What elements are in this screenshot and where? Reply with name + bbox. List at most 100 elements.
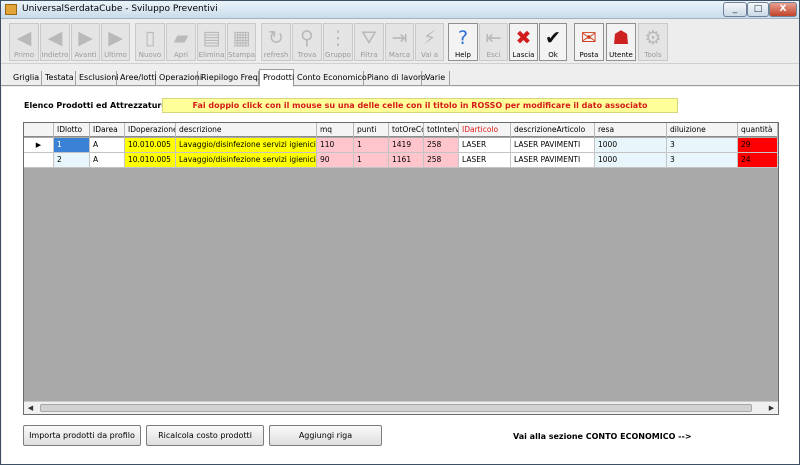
ok-check-icon: ✔ xyxy=(545,27,561,49)
recalc-cost-button[interactable]: Ricalcola costo prodotti xyxy=(146,425,264,446)
toolbar-refresh-button[interactable]: ↻ refresh xyxy=(261,23,291,61)
cell-idlotto[interactable]: 1 xyxy=(54,138,90,153)
toolbar-button-label: Apri xyxy=(173,51,189,59)
column-header-totinterv[interactable]: totInterv xyxy=(424,123,459,137)
section-title: Elenco Prodotti ed Attrezzature xyxy=(24,101,167,110)
toolbar-posta-button[interactable]: ✉ Posta xyxy=(574,23,604,61)
table-row[interactable]: ▶ 1 A 10.010.005 Lavaggio/disinfezione servi… xyxy=(24,138,778,153)
toolbar-button-label: Help xyxy=(455,51,471,59)
toolbar-help-button[interactable]: ? Help xyxy=(448,23,478,61)
cell-diluizione[interactable]: 3 xyxy=(667,153,738,168)
column-header-totoreco[interactable]: totOreCo xyxy=(389,123,424,137)
cell-punti[interactable]: 1 xyxy=(354,153,389,168)
cell-totoreco[interactable]: 1419 xyxy=(389,138,424,153)
exit-door-icon: ⇤ xyxy=(485,27,502,49)
scrollbar-thumb[interactable] xyxy=(40,404,752,412)
toolbar-ok-button[interactable]: ✔ Ok xyxy=(539,23,567,61)
goto-conto-economico-link[interactable]: Vai alla sezione CONTO ECONOMICO --> xyxy=(513,432,692,441)
tab-testata[interactable]: Testata xyxy=(42,71,76,86)
tab-riepilogo-freq[interactable]: Riepilogo Freq. xyxy=(198,71,260,86)
cell-descrizione[interactable]: Lavaggio/disinfezione servizi igienici xyxy=(176,153,317,168)
cell-mq[interactable]: 90 xyxy=(317,153,354,168)
cell-idoperazione[interactable]: 10.010.005 xyxy=(125,153,176,168)
cell-idarticolo[interactable]: LASER xyxy=(459,138,511,153)
help-icon: ? xyxy=(457,27,469,49)
toolbar-filtra-button[interactable]: ⛛ Filtra xyxy=(354,23,384,61)
tab-varie[interactable]: Varie xyxy=(422,71,450,86)
scroll-left-icon[interactable]: ◀ xyxy=(24,402,37,414)
column-header-idarea[interactable]: IDarea xyxy=(90,123,125,137)
tab-prodotti[interactable]: Prodotti xyxy=(259,69,294,87)
cell-resa[interactable]: 1000 xyxy=(595,153,667,168)
horizontal-scrollbar[interactable]: ◀ ▶ xyxy=(24,401,778,414)
column-header-idarticolo[interactable]: IDarticolo xyxy=(459,123,511,137)
tab-griglia[interactable]: Griglia xyxy=(10,71,42,86)
cell-idarea[interactable]: A xyxy=(90,138,125,153)
cell-idarticolo[interactable]: LASER xyxy=(459,153,511,168)
toolbar-lascia-button[interactable]: ✖ Lascia xyxy=(509,23,538,61)
toolbar-marca-button[interactable]: ⇥ Marca xyxy=(385,23,414,61)
cell-descrizione[interactable]: Lavaggio/disinfezione servizi igienici xyxy=(176,138,317,153)
toolbar-button-label: Filtra xyxy=(360,51,378,59)
cell-resa[interactable]: 1000 xyxy=(595,138,667,153)
cell-diluizione[interactable]: 3 xyxy=(667,138,738,153)
tab-piano-di-lavoro[interactable]: Piano di lavoro xyxy=(364,71,426,86)
cell-totoreco[interactable]: 1161 xyxy=(389,153,424,168)
cell-quantità[interactable]: 29 xyxy=(738,138,778,153)
column-header-mq[interactable]: mq xyxy=(317,123,354,137)
toolbar-apri-button[interactable]: ▰ Apri xyxy=(166,23,196,61)
cell-totinterv[interactable]: 258 xyxy=(424,138,459,153)
maximize-button[interactable]: □ xyxy=(747,2,769,17)
minimize-button[interactable]: _ xyxy=(723,2,747,17)
toolbar-trova-button[interactable]: ⚲ Trova xyxy=(292,23,322,61)
toolbar-button-label: Vai a xyxy=(421,51,438,59)
title-bar: UniversalSerdataCube - Sviluppo Preventi… xyxy=(1,1,799,19)
toolbar-ultimo-button[interactable]: ▶ Ultimo xyxy=(101,23,130,61)
printer-icon: ▦ xyxy=(232,27,251,49)
toolbar-vai-a-button[interactable]: ⚡ Vai a xyxy=(415,23,444,61)
column-header-diluizione[interactable]: diluizione xyxy=(667,123,738,137)
cell-idarea[interactable]: A xyxy=(90,153,125,168)
toolbar-button-label: refresh xyxy=(263,51,289,59)
column-header-quantità[interactable]: quantità xyxy=(738,123,778,137)
cell-totinterv[interactable]: 258 xyxy=(424,153,459,168)
column-header-descrizionearticolo[interactable]: descrizioneArticolo xyxy=(511,123,595,137)
toolbar-gruppo-button[interactable]: ⋮ Gruppo xyxy=(323,23,353,61)
toolbar-utente-button[interactable]: ☗ Utente xyxy=(606,23,636,61)
toolbar-elimina-button[interactable]: ▤ Elimina xyxy=(197,23,226,61)
column-header-descrizione[interactable]: descrizione xyxy=(176,123,317,137)
tab-aree-lotti[interactable]: Aree/lotti xyxy=(117,71,157,86)
column-header-resa[interactable]: resa xyxy=(595,123,667,137)
column-header-punti[interactable]: punti xyxy=(354,123,389,137)
tab-esclusioni[interactable]: Esclusioni xyxy=(76,71,119,86)
scroll-right-icon[interactable]: ▶ xyxy=(765,402,778,414)
toolbar-button-label: Elimina xyxy=(198,51,225,59)
cell-quantità[interactable]: 24 xyxy=(738,153,778,168)
cell-punti[interactable]: 1 xyxy=(354,138,389,153)
cell-idlotto[interactable]: 2 xyxy=(54,153,90,168)
toolbar-tools-button[interactable]: ⚙ Tools xyxy=(638,23,668,61)
column-header-idoperazione[interactable]: IDoperazione xyxy=(125,123,176,137)
tab-conto-economico[interactable]: Conto Economico xyxy=(294,71,367,86)
table-row[interactable]: 2 A 10.010.005 Lavaggio/disinfezione serviz… xyxy=(24,153,778,168)
toolbar-indietro-button[interactable]: ◀ Indietro xyxy=(40,23,70,61)
refresh-icon: ↻ xyxy=(268,27,284,49)
toolbar-button-label: Primo xyxy=(13,51,35,59)
toolbar-primo-button[interactable]: ◀ Primo xyxy=(9,23,39,61)
cell-descrizionearticolo[interactable]: LASER PAVIMENTI xyxy=(511,153,595,168)
toolbar-avanti-button[interactable]: ▶ Avanti xyxy=(71,23,100,61)
tab-operazioni[interactable]: Operazioni xyxy=(156,71,202,86)
toolbar-button-label: Gruppo xyxy=(325,51,351,59)
row-selector[interactable] xyxy=(24,153,54,168)
cell-idoperazione[interactable]: 10.010.005 xyxy=(125,138,176,153)
cell-descrizionearticolo[interactable]: LASER PAVIMENTI xyxy=(511,138,595,153)
close-button[interactable]: X xyxy=(769,2,797,17)
import-products-button[interactable]: Importa prodotti da profilo xyxy=(23,425,141,446)
current-row-arrow-icon[interactable]: ▶ xyxy=(24,138,54,153)
column-header-idlotto[interactable]: IDlotto xyxy=(54,123,90,137)
cell-mq[interactable]: 110 xyxy=(317,138,354,153)
toolbar-stampa-button[interactable]: ▦ Stampa xyxy=(227,23,256,61)
toolbar-nuovo-button[interactable]: ▯ Nuovo xyxy=(135,23,165,61)
toolbar-esci-button[interactable]: ⇤ Esci xyxy=(479,23,508,61)
add-row-button[interactable]: Aggiungi riga xyxy=(269,425,382,446)
